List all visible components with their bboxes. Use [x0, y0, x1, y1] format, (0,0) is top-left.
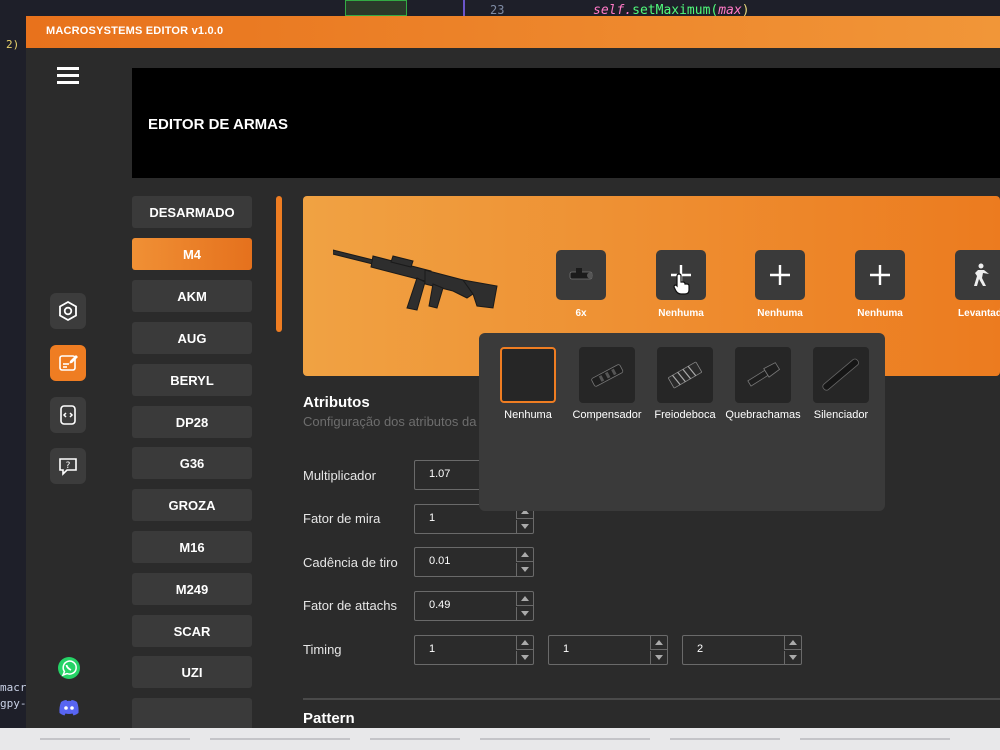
timing-spinbox-3[interactable]: [682, 635, 802, 665]
background-thumbnail: [345, 0, 407, 16]
plus-icon: [870, 265, 890, 285]
fator-attachs-spinbox[interactable]: [414, 591, 534, 621]
attachment-option-nenhuma[interactable]: [500, 347, 556, 403]
sidebar: ?: [26, 48, 112, 728]
timing-spinbox-1[interactable]: [414, 635, 534, 665]
fator-mira-label: Fator de mira: [303, 511, 381, 526]
page-header: EDITOR DE ARMAS: [132, 68, 1000, 178]
stance-icon: [974, 263, 989, 286]
discord-icon[interactable]: [57, 696, 81, 720]
code-icon[interactable]: [50, 397, 86, 433]
slot-scope[interactable]: [556, 250, 606, 300]
app-window: MACROSYSTEMS EDITOR v1.0.0 ? EDITOR DE A…: [26, 16, 1000, 728]
timing-input-3[interactable]: [697, 643, 777, 655]
multiplicador-label: Multiplicador: [303, 468, 376, 483]
attachment-option-quebrachamas[interactable]: [735, 347, 791, 403]
background-left-number: 2): [6, 38, 20, 51]
weapon-item-desarmado[interactable]: DESARMADO: [132, 196, 252, 228]
fator-attachs-label: Fator de attachs: [303, 598, 397, 613]
slot-label-stock: Nenhuma: [857, 308, 903, 319]
slot-label-stance: Levantad: [958, 308, 1000, 319]
settings-icon[interactable]: [50, 293, 86, 329]
slot-grip[interactable]: [755, 250, 805, 300]
weapon-item-partial[interactable]: [132, 698, 252, 728]
spin-down-icon[interactable]: [516, 520, 533, 533]
silencer-icon: [822, 358, 859, 391]
slot-label-grip: Nenhuma: [757, 308, 803, 319]
pattern-title: Pattern: [303, 710, 355, 727]
line-number: 23: [490, 3, 505, 17]
weapon-item-m16[interactable]: M16: [132, 531, 252, 563]
background-left-text: macr gpy-: [0, 680, 27, 712]
fator-attachs-input[interactable]: [429, 599, 509, 611]
weapon-item-groza[interactable]: GROZA: [132, 489, 252, 521]
flash-hider-icon: [747, 362, 781, 387]
slot-stock[interactable]: [855, 250, 905, 300]
slot-stance[interactable]: [955, 250, 1000, 300]
weapon-item-scar[interactable]: SCAR: [132, 615, 252, 647]
spin-down-icon[interactable]: [784, 651, 801, 664]
spin-up-icon[interactable]: [516, 548, 533, 562]
whatsapp-icon[interactable]: [57, 656, 81, 680]
attachment-label: Compensador: [572, 409, 642, 421]
attachment-option-silenciador[interactable]: [813, 347, 869, 403]
weapon-item-akm[interactable]: AKM: [132, 280, 252, 312]
help-icon[interactable]: ?: [50, 448, 86, 484]
timing-input-1[interactable]: [429, 643, 509, 655]
timing-spinbox-2[interactable]: [548, 635, 668, 665]
spin-up-icon[interactable]: [516, 592, 533, 606]
spin-down-icon[interactable]: [516, 563, 533, 576]
spin-up-icon[interactable]: [516, 636, 533, 650]
cadencia-label: Cadência de tiro: [303, 555, 398, 570]
editor-icon[interactable]: [50, 345, 86, 381]
weapon-item-dp28[interactable]: DP28: [132, 406, 252, 438]
weapon-list: DESARMADO M4 AKM AUG BERYL DP28 G36 GROZ…: [132, 196, 254, 728]
cadencia-spinbox[interactable]: [414, 547, 534, 577]
menu-icon[interactable]: [57, 67, 79, 85]
hand-cursor-icon: [673, 273, 690, 295]
weapon-item-g36[interactable]: G36: [132, 447, 252, 479]
background-left-line: macr: [0, 681, 27, 694]
attachment-option-compensador[interactable]: [579, 347, 635, 403]
attachment-option-freiodeboca[interactable]: [657, 347, 713, 403]
scope-icon: [569, 268, 593, 280]
weapon-item-m249[interactable]: M249: [132, 573, 252, 605]
spin-down-icon[interactable]: [650, 651, 667, 664]
spin-down-icon[interactable]: [516, 651, 533, 664]
attributes-title: Atributos: [303, 394, 370, 411]
attachment-label: Freiodeboca: [654, 409, 716, 421]
svg-text:?: ?: [66, 461, 71, 471]
timing-label: Timing: [303, 642, 342, 657]
muzzle-brake-icon: [668, 361, 702, 389]
title-bar[interactable]: MACROSYSTEMS EDITOR v1.0.0: [26, 16, 1000, 48]
spin-up-icon[interactable]: [650, 636, 667, 650]
compensator-icon: [591, 364, 624, 387]
attachment-label: Silenciador: [813, 409, 869, 421]
cadencia-input[interactable]: [429, 555, 509, 567]
weapon-list-scrollbar[interactable]: [276, 196, 282, 332]
section-divider: [303, 698, 1000, 700]
weapon-item-aug[interactable]: AUG: [132, 322, 252, 354]
attributes-subtitle: Configuração dos atributos da: [303, 414, 477, 429]
plus-icon: [770, 265, 790, 285]
attachment-label: Nenhuma: [504, 409, 552, 421]
page-title: EDITOR DE ARMAS: [148, 116, 289, 133]
spin-up-icon[interactable]: [784, 636, 801, 650]
slot-label-muzzle: Nenhuma: [658, 308, 704, 319]
attachment-label: Quebrachamas: [725, 409, 801, 421]
weapon-item-uzi[interactable]: UZI: [132, 656, 252, 688]
attachments-popup: Nenhuma Compensador Freiodeboca Quebrach…: [479, 333, 885, 511]
slot-label-scope: 6x: [575, 308, 587, 319]
app-title: MACROSYSTEMS EDITOR v1.0.0: [46, 25, 224, 37]
weapon-item-beryl[interactable]: BERYL: [132, 364, 252, 396]
timing-input-2[interactable]: [563, 643, 643, 655]
fator-mira-input[interactable]: [429, 512, 509, 524]
m4-rifle-image: [333, 249, 498, 311]
spin-down-icon[interactable]: [516, 607, 533, 620]
background-left-line: gpy-: [0, 697, 27, 710]
weapon-item-m4[interactable]: M4: [132, 238, 252, 270]
background-bottom-strip: [0, 728, 1000, 750]
